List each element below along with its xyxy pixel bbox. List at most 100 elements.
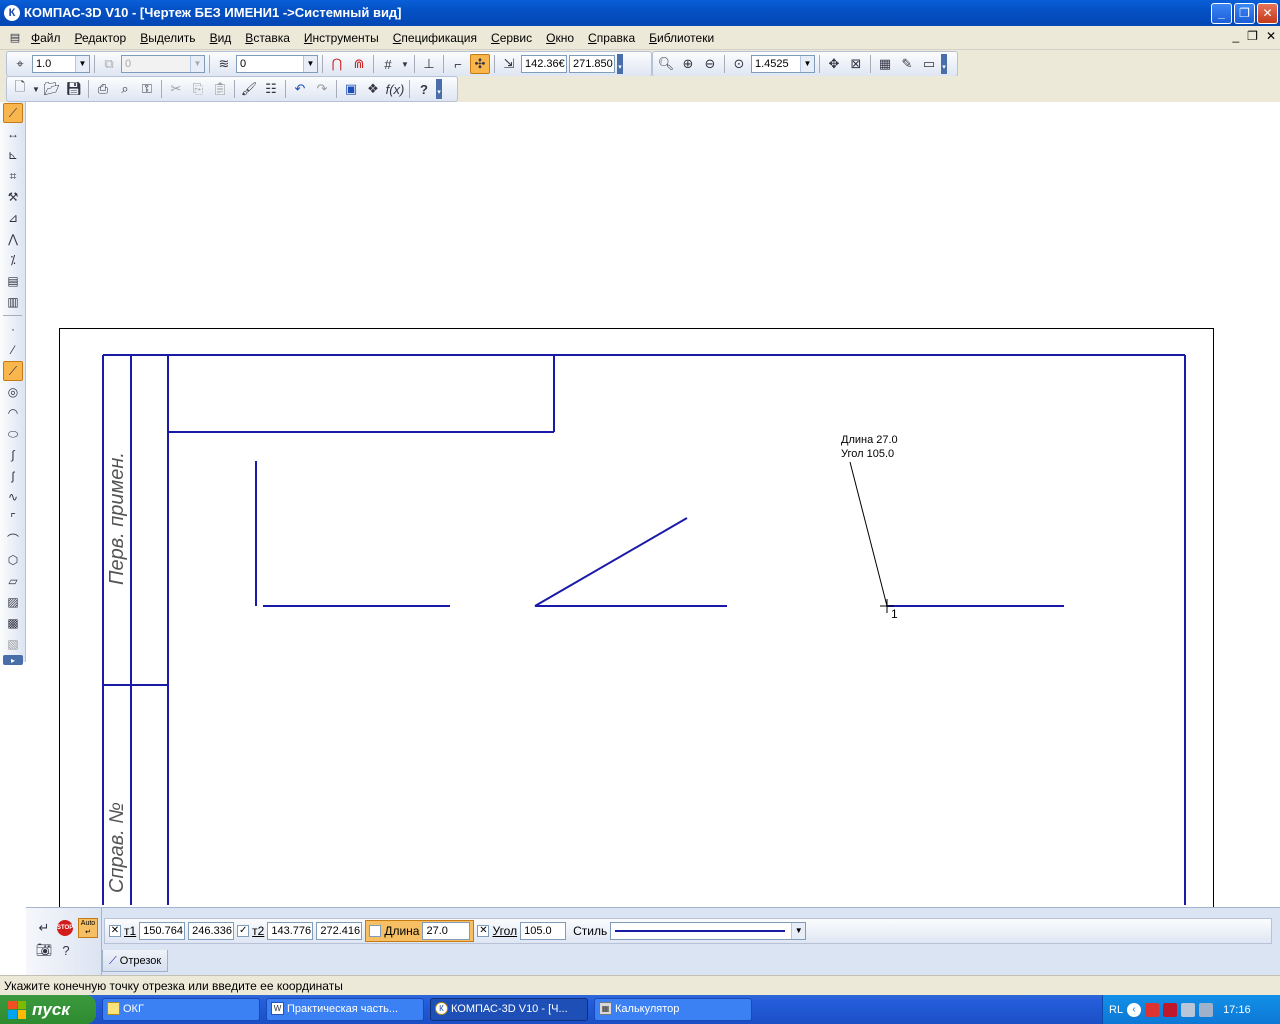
dimensions-panel-icon[interactable]: ↔ xyxy=(3,124,23,144)
fill-icon[interactable]: ▩ xyxy=(3,613,23,633)
print-icon[interactable]: ⎙ xyxy=(93,79,113,99)
angle-lock-checkbox[interactable]: ✕ xyxy=(477,925,490,937)
cursor-x-field[interactable]: 142.36€ xyxy=(521,55,567,73)
select-panel-icon[interactable]: ⋀ xyxy=(3,229,23,249)
minimize-button[interactable]: _ xyxy=(1211,3,1232,24)
document-icon[interactable]: ▤ xyxy=(6,29,24,47)
t2-y-field[interactable]: 272.416 xyxy=(316,922,363,940)
task-calculator[interactable]: ▦ Калькулятор xyxy=(594,998,752,1021)
toolbar-overflow-grip[interactable]: ▾ xyxy=(436,79,442,99)
cursor-y-field[interactable]: 271.850 xyxy=(569,55,615,73)
menu-window[interactable]: Окно xyxy=(539,31,581,45)
network-tray-icon[interactable] xyxy=(1181,1002,1196,1017)
brush-icon[interactable]: ✎ xyxy=(897,54,917,74)
spline-icon[interactable]: ∫ xyxy=(3,445,23,465)
length-lock-checkbox[interactable] xyxy=(369,925,382,937)
zoom-in-icon[interactable]: ⊕ xyxy=(678,54,698,74)
remember-state-icon[interactable]: 📷︎ xyxy=(34,940,54,960)
zoom-scale-icon[interactable]: ⊙ xyxy=(729,54,749,74)
zoom-out-icon[interactable]: ⊖ xyxy=(700,54,720,74)
show-all-icon[interactable]: ⊠ xyxy=(846,54,866,74)
geometry-panel-icon[interactable]: ⟋ xyxy=(3,103,23,123)
toolbar-overflow-grip[interactable]: ▾ xyxy=(617,54,623,74)
edit-panel-icon[interactable]: ⌗ xyxy=(3,166,23,186)
new-document-icon[interactable]: 🗋 xyxy=(10,79,30,99)
task-okg[interactable]: ОКГ xyxy=(102,998,260,1021)
refresh-icon[interactable]: ▦ xyxy=(875,54,895,74)
chevron-down-icon[interactable]: ▼ xyxy=(190,56,204,72)
redo-icon[interactable]: ↷ xyxy=(312,79,332,99)
antivirus-tray-icon[interactable] xyxy=(1145,1002,1160,1017)
menu-specification[interactable]: Спецификация xyxy=(386,31,484,45)
polygon-icon[interactable]: ⬡ xyxy=(3,550,23,570)
contour-icon[interactable]: ▧ xyxy=(3,634,23,654)
task-kompas[interactable]: К КОМПАС-3D V10 - [Ч... xyxy=(430,998,588,1021)
grid-icon[interactable]: # xyxy=(378,54,398,74)
length-field[interactable]: 27.0 xyxy=(422,922,471,940)
chevron-down-icon[interactable]: ▼ xyxy=(75,56,89,72)
reports-panel-icon[interactable]: ▤ xyxy=(3,271,23,291)
screen-icon[interactable]: ▭ xyxy=(919,54,939,74)
chevron-down-icon[interactable]: ▼ xyxy=(303,56,317,72)
rectangle-icon[interactable]: ▱ xyxy=(3,571,23,591)
paste-icon[interactable]: 📋︎ xyxy=(210,79,230,99)
line-style-combo[interactable]: ▼ xyxy=(610,922,807,940)
toolbar-expand-icon[interactable]: ▸ xyxy=(3,655,23,665)
segment-icon[interactable]: ⟋ xyxy=(3,361,23,381)
ortho-mode-icon[interactable]: ⌐ xyxy=(448,54,468,74)
format-brush-icon[interactable]: 🖌︎ xyxy=(239,79,259,99)
chevron-down-icon[interactable]: ▼ xyxy=(791,923,806,939)
layer-combo[interactable]: 0 ▼ xyxy=(236,55,318,73)
kaspersky-tray-icon[interactable] xyxy=(1163,1002,1178,1017)
local-snap-icon[interactable]: ⋒ xyxy=(349,54,369,74)
point-icon[interactable]: · xyxy=(3,319,23,339)
copy-icon[interactable]: ⎘ xyxy=(188,79,208,99)
view-number-combo[interactable]: 0 ▼ xyxy=(121,55,205,73)
menu-help[interactable]: Справка xyxy=(581,31,642,45)
measure-panel-icon[interactable]: ⊿ xyxy=(3,208,23,228)
t1-x-field[interactable]: 150.764 xyxy=(139,922,186,940)
spreadsheet-icon[interactable]: ☷ xyxy=(261,79,281,99)
tab-segment[interactable]: ⟋ Отрезок xyxy=(102,950,169,972)
context-help-icon[interactable]: ? xyxy=(414,79,434,99)
designations-panel-icon[interactable]: ⊾ xyxy=(3,145,23,165)
menu-insert[interactable]: Вставка xyxy=(238,31,297,45)
chamfer-icon[interactable]: ⌜ xyxy=(3,508,23,528)
t2-x-field[interactable]: 143.776 xyxy=(267,922,314,940)
mdi-minimize-button[interactable]: _ xyxy=(1232,29,1239,43)
view-icon[interactable]: ⧉ xyxy=(99,54,119,74)
create-object-icon[interactable]: ↵ xyxy=(34,918,54,938)
window-titlebar[interactable]: К КОМПАС-3D V10 - [Чертеж БЕЗ ИМЕНИ1 ->С… xyxy=(0,0,1280,26)
menu-editor[interactable]: Редактор xyxy=(68,31,134,45)
angle-field[interactable]: 105.0 xyxy=(520,922,567,940)
spec-panel-icon[interactable]: ⁒ xyxy=(3,250,23,270)
layers-icon[interactable]: ≋ xyxy=(214,54,234,74)
bezier-icon[interactable]: ʃ xyxy=(3,466,23,486)
ellipse-icon[interactable]: ⬭ xyxy=(3,424,23,444)
fragment-panel-icon[interactable]: ▥ xyxy=(3,292,23,312)
task-practical-part[interactable]: W Практическая часть... xyxy=(266,998,424,1021)
snap-magnet-icon[interactable]: ⋂ xyxy=(327,54,347,74)
print-preview-icon[interactable]: ⌕ xyxy=(115,79,135,99)
parametrization-panel-icon[interactable]: ⚒ xyxy=(3,187,23,207)
menu-service[interactable]: Сервис xyxy=(484,31,539,45)
parametric-mode-icon[interactable]: ✣ xyxy=(470,54,490,74)
help-icon[interactable]: ? xyxy=(56,940,76,960)
restore-button[interactable]: ❐ xyxy=(1234,3,1255,24)
polyline-icon[interactable]: ∿ xyxy=(3,487,23,507)
zoom-window-icon[interactable]: 🔍︎ xyxy=(656,54,676,74)
pan-icon[interactable]: ✥ xyxy=(824,54,844,74)
fillet-icon[interactable]: ⌒ xyxy=(3,529,23,549)
kompas-app-icon[interactable]: К xyxy=(4,5,20,21)
length-parameter[interactable]: Длина 27.0 xyxy=(365,920,475,942)
cursor-coordinates-icon[interactable]: ⇲ xyxy=(499,54,519,74)
arc-icon[interactable]: ◠ xyxy=(3,403,23,423)
local-cs-icon[interactable]: ⌖ xyxy=(10,54,30,74)
chevron-down-icon[interactable]: ▼ xyxy=(400,54,410,74)
variables-icon[interactable]: f(x) xyxy=(385,79,405,99)
properties-icon[interactable]: ⚿ xyxy=(137,79,157,99)
zoom-combo[interactable]: 1.4525 ▼ xyxy=(751,55,815,73)
chevron-down-icon[interactable]: ▼ xyxy=(32,79,40,99)
close-button[interactable]: ✕ xyxy=(1257,3,1278,24)
start-button[interactable]: пуск xyxy=(0,995,96,1024)
